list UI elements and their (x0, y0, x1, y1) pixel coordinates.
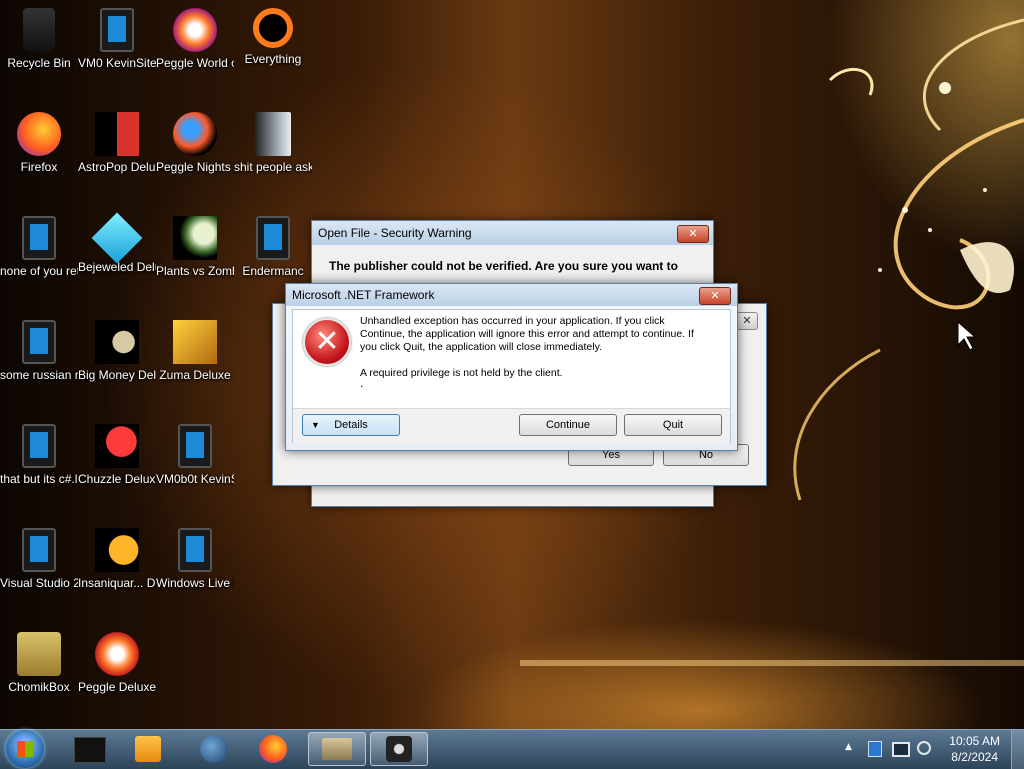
net-framework-dialog: Microsoft .NET Framework ✕ ✕ Unhandled e… (285, 283, 738, 451)
show-hidden-icons-icon[interactable]: ▲ (845, 742, 852, 752)
firefox-icon (259, 735, 287, 763)
net-dialog-close-button[interactable]: ✕ (699, 287, 731, 305)
desktop-icon-chomikbox[interactable]: ChomikBox (0, 626, 78, 695)
desktop-icon-windows-live-mail[interactable]: Windows Live Mail.lnk.AN... (156, 522, 234, 591)
taskbar-file-manager[interactable] (308, 732, 366, 766)
show-desktop-button[interactable] (1011, 730, 1024, 769)
tray-network-icon[interactable] (868, 741, 882, 757)
security-warning-message: The publisher could not be verified. Are… (329, 259, 678, 273)
tablet-icon (22, 424, 56, 468)
desktop-icon-zuma[interactable]: Zuma Deluxe (156, 314, 234, 383)
folder-icon (255, 112, 291, 156)
desktop-icon-that-but-its-csharp[interactable]: that but its c#.lnk.AN... (0, 418, 78, 487)
windows-logo-icon (17, 741, 33, 757)
desktop-icon-insaniquarium[interactable]: Insaniquar... Deluxe (78, 522, 156, 591)
peggle-icon (95, 632, 139, 676)
recycle-bin-icon (23, 8, 55, 52)
zuma-icon (173, 320, 217, 364)
clock[interactable]: 10:05 AM 8/2/2024 (949, 733, 1000, 765)
tablet-icon (256, 216, 290, 260)
tablet-icon (178, 528, 212, 572)
taskbar-firefox[interactable] (245, 732, 301, 766)
tablet-icon (22, 528, 56, 572)
clock-time: 10:05 AM (949, 734, 1000, 748)
desktop-icon-everything[interactable]: Everything (234, 2, 312, 67)
file-manager-icon (322, 738, 352, 760)
chomikbox-icon (17, 632, 61, 676)
details-dropdown-icon: ▼ (311, 420, 320, 430)
tablet-icon (178, 424, 212, 468)
net-dialog-message: Unhandled exception has occurred in your… (360, 315, 694, 353)
big-money-icon (95, 320, 139, 364)
net-dialog-detail: A required privilege is not held by the … (360, 367, 563, 379)
start-button[interactable] (6, 730, 44, 768)
bejeweled-icon (91, 212, 143, 264)
continue-button[interactable]: Continue (519, 414, 617, 436)
desktop-icon-chuzzle[interactable]: Chuzzle Deluxe (78, 418, 156, 487)
details-button[interactable]: ▼ Details (302, 414, 400, 436)
terminal-icon (74, 737, 106, 763)
desktop-icon-vm0b0t[interactable]: VM0b0t KevinSite (156, 418, 234, 487)
desktop-icon-astropop[interactable]: AstroPop Deluxe (78, 106, 156, 175)
firefox-icon (17, 112, 61, 156)
tablet-icon (22, 216, 56, 260)
desktop-icon-endermanc[interactable]: Endermanc (234, 210, 312, 279)
tablet-icon (100, 8, 134, 52)
desktop-icon-visual-studio[interactable]: Visual Studio 2015.lnk.AN... (0, 522, 78, 591)
tray-volume-icon[interactable] (917, 741, 931, 755)
desktop-icon-peggle-deluxe[interactable]: Peggle Deluxe (78, 626, 156, 695)
app-icon (386, 736, 412, 762)
desktop-icon-peggle-wow[interactable]: Peggle World of Warcraft ... (156, 2, 234, 71)
plants-vs-zombies-icon (173, 216, 217, 260)
astropop-icon (95, 112, 139, 156)
peggle-nights-icon (173, 112, 217, 156)
error-icon: ✕ (303, 318, 351, 366)
desktop-icon-vm0-kevinsite[interactable]: VM0 KevinSite (... (78, 2, 156, 71)
media-player-icon (135, 736, 161, 762)
confirm-close-button[interactable]: ✕ (736, 312, 758, 330)
desktop-icon-shit-people-asked[interactable]: shit people asked me ... (234, 106, 312, 175)
taskbar-terminal[interactable] (62, 732, 118, 766)
desktop-icon-firefox[interactable]: Firefox (0, 106, 78, 175)
everything-icon (253, 8, 293, 48)
taskbar: ▲ 10:05 AM 8/2/2024 (0, 729, 1024, 769)
taskbar-app[interactable] (370, 732, 428, 766)
net-dialog-dot: . (360, 378, 364, 390)
desktop-icon-peggle-nights[interactable]: Peggle Nights Deluxe (156, 106, 234, 175)
taskbar-media-player[interactable] (120, 732, 176, 766)
globe-icon (200, 735, 228, 763)
desktop-icon-some-russian[interactable]: some russian ran a rat.ln... (0, 314, 78, 383)
clock-date: 8/2/2024 (951, 750, 998, 764)
security-warning-close-button[interactable]: ✕ (677, 225, 709, 243)
tablet-icon (22, 320, 56, 364)
peggle-icon (173, 8, 217, 52)
insaniquarium-icon (95, 528, 139, 572)
desktop-icon-none-of-you[interactable]: none of you retards kno... (0, 210, 78, 279)
chuzzle-icon (95, 424, 139, 468)
quit-button[interactable]: Quit (624, 414, 722, 436)
desktop-icon-bejeweled[interactable]: Bejeweled Deluxe (78, 210, 156, 275)
taskbar-globe[interactable] (186, 732, 242, 766)
desktop-icon-recycle-bin[interactable]: Recycle Bin (0, 2, 78, 71)
desktop-icon-plants-vs-zombies[interactable]: Plants vs Zombies (156, 210, 234, 279)
net-dialog-title: Microsoft .NET Framework (286, 284, 737, 306)
security-warning-title: Open File - Security Warning (312, 221, 713, 245)
tray-monitor-icon[interactable] (892, 742, 910, 757)
desktop-icon-big-money[interactable]: Big Money Deluxe (78, 314, 156, 383)
